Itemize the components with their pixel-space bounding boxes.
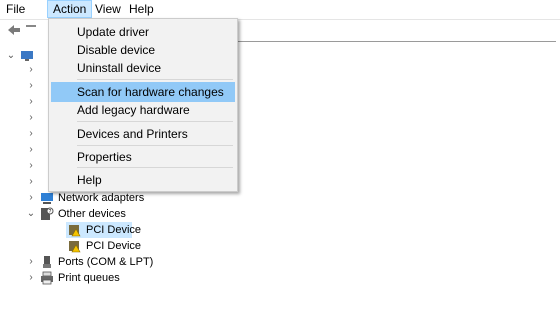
warning-device-icon bbox=[68, 223, 82, 237]
tree-item-label: Other devices bbox=[58, 208, 126, 220]
menu-item-disable-device[interactable]: Disable device bbox=[51, 40, 235, 60]
chevron-right-icon[interactable]: › bbox=[26, 190, 36, 206]
menu-item-add-legacy-hardware[interactable]: Add legacy hardware bbox=[51, 100, 235, 120]
chevron-right-icon[interactable]: › bbox=[26, 144, 36, 160]
tree-item-ports[interactable]: › Ports (COM & LPT) bbox=[26, 254, 226, 270]
other-devices-icon: ? bbox=[40, 207, 54, 221]
menu-file[interactable]: File bbox=[1, 0, 30, 18]
menu-separator bbox=[77, 79, 233, 80]
tree-item-label: Print queues bbox=[58, 272, 120, 284]
menu-item-uninstall-device[interactable]: Uninstall device bbox=[51, 58, 235, 78]
menu-bar: File Action View Help bbox=[0, 0, 560, 18]
tree-item-label: Network adapters bbox=[58, 192, 145, 204]
chevron-right-icon[interactable]: › bbox=[26, 96, 36, 112]
chevron-right-icon[interactable]: › bbox=[26, 254, 36, 270]
action-menu: Update driver Disable device Uninstall d… bbox=[48, 18, 238, 192]
menu-view[interactable]: View bbox=[90, 0, 126, 18]
network-adapter-icon bbox=[40, 191, 54, 205]
menu-help[interactable]: Help bbox=[124, 0, 159, 18]
back-arrow-icon[interactable] bbox=[6, 22, 24, 38]
menu-separator bbox=[77, 167, 233, 168]
port-icon bbox=[40, 255, 54, 269]
computer-icon bbox=[20, 49, 34, 63]
chevron-right-icon[interactable]: › bbox=[26, 80, 36, 96]
tree-root[interactable]: ⌄ bbox=[6, 48, 46, 64]
chevron-right-icon[interactable]: › bbox=[26, 112, 36, 128]
tree-item-pci-device[interactable]: PCI Device bbox=[66, 222, 141, 238]
tree-item-label: PCI Device bbox=[86, 240, 142, 252]
menu-item-scan-hardware[interactable]: Scan for hardware changes bbox=[51, 82, 235, 102]
svg-text:?: ? bbox=[49, 209, 52, 215]
chevron-right-icon[interactable]: › bbox=[26, 160, 36, 176]
content-divider bbox=[236, 41, 556, 42]
tree-item-print-queues[interactable]: › Print queues bbox=[26, 270, 226, 286]
menu-item-properties[interactable]: Properties bbox=[51, 147, 235, 167]
menu-separator bbox=[77, 145, 233, 146]
tree-item-pci-device[interactable]: PCI Device bbox=[66, 238, 146, 254]
tree-item-network-adapters[interactable]: › Network adapters bbox=[26, 190, 226, 206]
chevron-right-icon[interactable]: › bbox=[26, 64, 36, 80]
tree-item-other-devices[interactable]: ⌄ ? Other devices bbox=[26, 206, 226, 222]
tree-item-label: Ports (COM & LPT) bbox=[58, 256, 154, 268]
menu-action[interactable]: Action bbox=[47, 0, 93, 18]
chevron-down-icon[interactable]: ⌄ bbox=[26, 206, 36, 222]
chevron-right-icon[interactable]: › bbox=[26, 270, 36, 286]
menu-separator bbox=[77, 121, 233, 122]
chevron-down-icon[interactable]: ⌄ bbox=[6, 48, 16, 64]
printer-icon bbox=[40, 271, 54, 285]
tree-item-label: PCI Device bbox=[86, 224, 142, 236]
menu-item-help[interactable]: Help bbox=[51, 170, 235, 190]
chevron-right-icon[interactable]: › bbox=[26, 128, 36, 144]
toolbar-forward-icon[interactable] bbox=[26, 25, 36, 27]
menu-item-devices-printers[interactable]: Devices and Printers bbox=[51, 124, 235, 144]
menu-item-update-driver[interactable]: Update driver bbox=[51, 22, 235, 42]
warning-device-icon bbox=[68, 239, 82, 253]
